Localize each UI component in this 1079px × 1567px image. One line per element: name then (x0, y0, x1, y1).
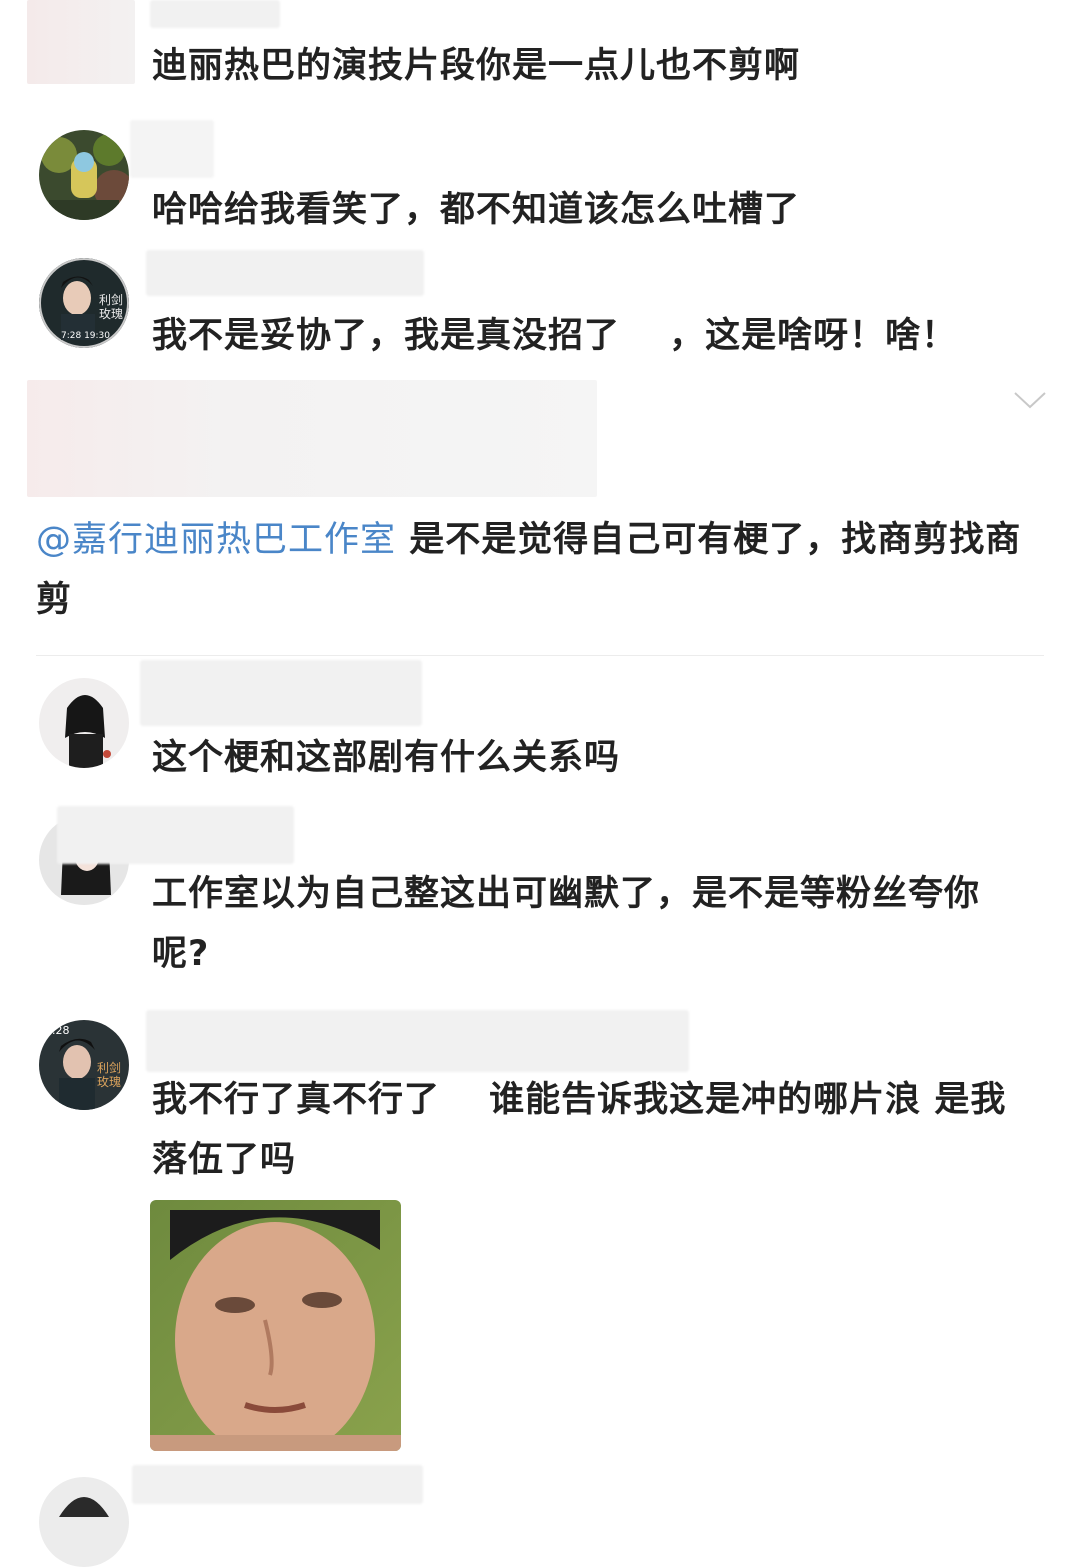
svg-text:玫瑰: 玫瑰 (99, 306, 123, 321)
comment-item: 利剑 玫瑰 7:28 19:30 我不是妥协了，我是真没招了 ，这是啥呀！啥！ (0, 250, 1079, 370)
chevron-down-icon[interactable] (1013, 390, 1047, 410)
username-blurred[interactable] (130, 120, 214, 178)
svg-text:玫瑰: 玫瑰 (97, 1074, 121, 1089)
quoted-comment: @嘉行迪丽热巴工作室 是不是觉得自己可有梗了，找商剪找商剪 (0, 510, 1079, 640)
sticker-image[interactable] (150, 1200, 401, 1451)
comment-text: 我不行了真不行了 谁能告诉我这是冲的哪片浪 是我落伍了吗 (152, 1080, 1007, 1180)
comment-item (0, 1465, 1079, 1567)
comment-text: 我不是妥协了，我是真没招了 ，这是啥呀！啥！ (152, 316, 958, 356)
quoted-content-blurred (27, 380, 597, 497)
mention-link[interactable]: @嘉行迪丽热巴工作室 (36, 520, 396, 560)
comment-item: 哈哈给我看笑了，都不知道该怎么吐槽了 (0, 120, 1079, 240)
comment-text: @嘉行迪丽热巴工作室 是不是觉得自己可有梗了，找商剪找商剪 (36, 510, 1036, 630)
username-blurred[interactable] (57, 806, 294, 864)
comment-text: 这个梗和这部剧有什么关系吗 (152, 738, 621, 778)
avatar[interactable]: 利剑 玫瑰 7.28 (39, 1020, 129, 1110)
svg-text:利剑: 利剑 (99, 292, 123, 307)
username-blurred[interactable] (132, 1465, 423, 1504)
svg-text:利剑: 利剑 (97, 1060, 121, 1075)
username-blurred[interactable] (140, 660, 422, 726)
comment-text: 迪丽热巴的演技片段你是一点儿也不剪啊 (152, 46, 801, 86)
username-blurred[interactable] (146, 1010, 689, 1072)
username-blurred[interactable] (146, 250, 424, 296)
avatar[interactable]: 利剑 玫瑰 7:28 19:30 (39, 258, 129, 348)
comment-item: 迪丽热巴的演技片段你是一点儿也不剪啊 (0, 0, 1079, 100)
comment-item: 这个梗和这部剧有什么关系吗 (0, 660, 1079, 790)
comment-text: 哈哈给我看笑了，都不知道该怎么吐槽了 (152, 190, 801, 230)
avatar[interactable] (39, 1477, 129, 1567)
divider (36, 655, 1044, 656)
username-blurred[interactable] (150, 0, 280, 28)
avatar-text: 7:28 19:30 (61, 331, 110, 341)
comment-text: 工作室以为自己整这出可幽默了，是不是等粉丝夸你呢? (152, 874, 981, 974)
avatar[interactable] (39, 130, 129, 220)
comment-item: 工作室以为自己整这出可幽默了，是不是等粉丝夸你呢? (0, 800, 1079, 990)
avatar-text: 7.28 (45, 1024, 70, 1037)
avatar-blurred (27, 0, 135, 84)
avatar[interactable] (39, 678, 129, 768)
